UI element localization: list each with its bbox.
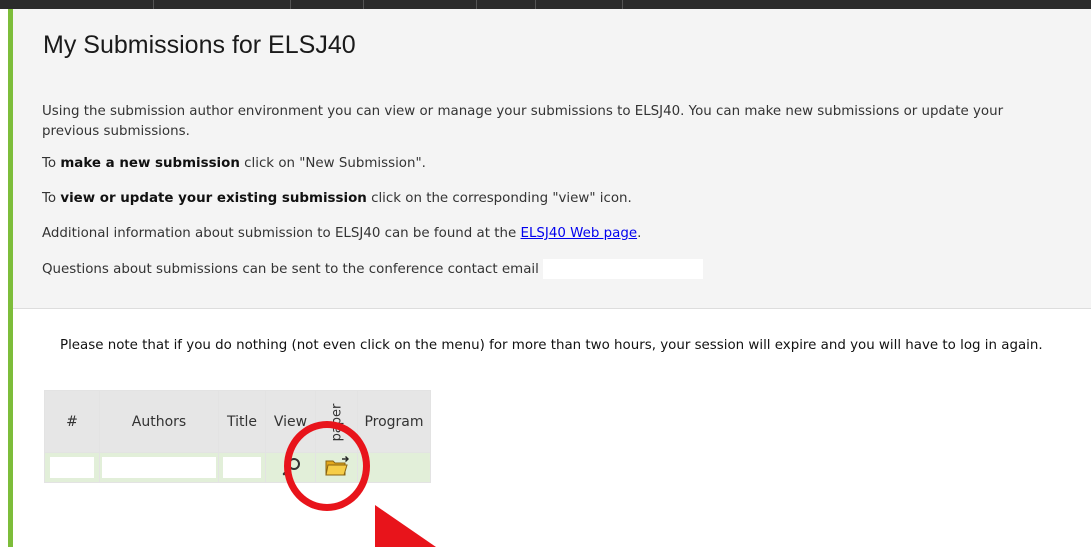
submissions-table: # Authors Title View paper Program bbox=[44, 390, 431, 483]
contact-info: Questions about submissions can be sent … bbox=[42, 259, 703, 280]
web-page-link[interactable]: ELSJ40 Web page bbox=[521, 226, 638, 241]
nav-divider bbox=[476, 0, 477, 9]
text: . bbox=[637, 226, 642, 241]
view-update-instruction: To view or update your existing submissi… bbox=[42, 189, 632, 209]
cell-number bbox=[44, 452, 100, 483]
intro-paragraph: Using the submission author environment … bbox=[42, 104, 1004, 139]
cell-authors bbox=[99, 452, 219, 483]
text: To bbox=[42, 156, 61, 171]
cell-title bbox=[218, 452, 266, 483]
nav-divider bbox=[290, 0, 291, 9]
text: To bbox=[42, 191, 61, 206]
page-title: My Submissions for ELSJ40 bbox=[43, 31, 356, 59]
bold-text: view or update your existing submission bbox=[60, 191, 367, 206]
session-notice: Please note that if you do nothing (not … bbox=[60, 338, 1043, 353]
text: Additional information about submission … bbox=[42, 226, 521, 241]
new-submission-instruction: To make a new submission click on "New S… bbox=[42, 154, 426, 174]
nav-divider bbox=[363, 0, 364, 9]
additional-info: Additional information about submission … bbox=[42, 224, 641, 244]
text: Questions about submissions can be sent … bbox=[42, 262, 539, 277]
redacted-number bbox=[50, 457, 94, 478]
table-header-row: # Authors Title View paper Program bbox=[44, 390, 431, 453]
nav-divider bbox=[153, 0, 154, 9]
pointer-arrow-icon bbox=[375, 505, 436, 547]
col-title-header: Title bbox=[218, 390, 266, 453]
table-row bbox=[44, 452, 431, 483]
bold-text: make a new submission bbox=[60, 156, 240, 171]
highlight-circle bbox=[284, 421, 370, 511]
nav-divider bbox=[535, 0, 536, 9]
top-navigation-bar bbox=[0, 0, 1091, 9]
redacted-title bbox=[223, 457, 261, 478]
text: click on the corresponding "view" icon. bbox=[366, 191, 632, 206]
col-authors-header: Authors bbox=[99, 390, 219, 453]
nav-divider bbox=[622, 0, 623, 9]
redacted-authors bbox=[102, 457, 216, 478]
col-number-header: # bbox=[44, 390, 100, 453]
text: click on "New Submission". bbox=[239, 156, 426, 171]
col-program-header: Program bbox=[357, 390, 431, 453]
redacted-email bbox=[542, 259, 703, 279]
